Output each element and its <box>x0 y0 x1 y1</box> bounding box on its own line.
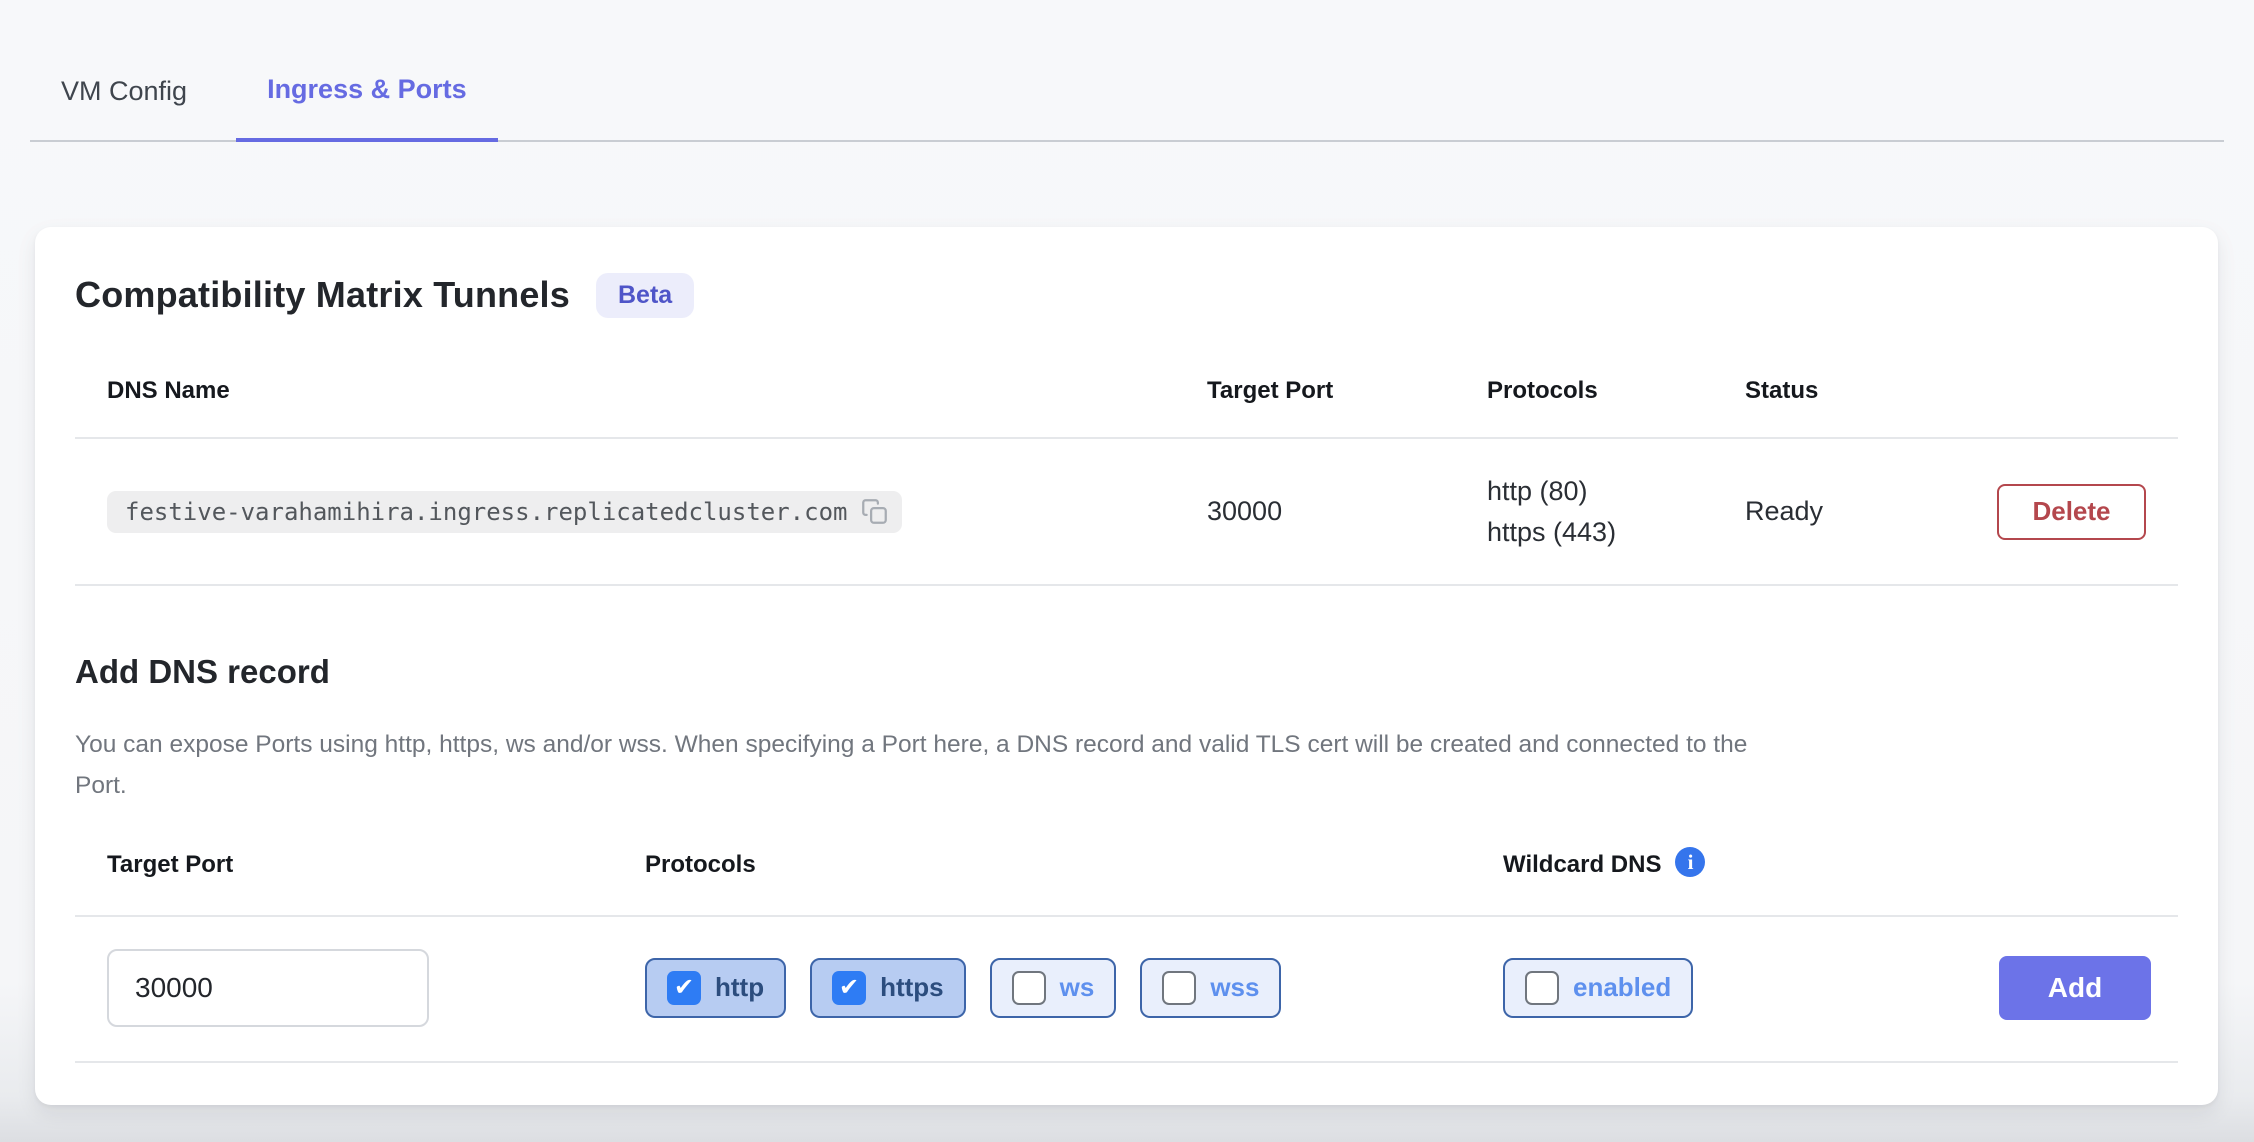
panel-title: Compatibility Matrix Tunnels <box>75 271 570 319</box>
divider <box>75 584 2178 586</box>
status-value: Ready <box>1745 496 1997 527</box>
protocol-ws-checkbox[interactable]: ws <box>990 958 1117 1018</box>
target-port-value: 30000 <box>1207 496 1487 527</box>
form-header-protocols: Protocols <box>645 850 1503 880</box>
checked-checkbox-icon: ✔ <box>667 971 701 1005</box>
protocol-options: ✔ http ✔ https ws wss <box>645 958 1503 1018</box>
checkbox-label: ws <box>1060 972 1095 1003</box>
info-icon[interactable]: i <box>1675 847 1705 877</box>
add-dns-description: You can expose Ports using http, https, … <box>75 724 2178 806</box>
protocol-wss-checkbox[interactable]: wss <box>1140 958 1281 1018</box>
tunnels-card: Compatibility Matrix Tunnels Beta DNS Na… <box>35 227 2218 1105</box>
protocol-https-checkbox[interactable]: ✔ https <box>810 958 966 1018</box>
protocol-value: http (80) <box>1487 471 1745 512</box>
description-line: Port. <box>75 765 2178 806</box>
checkbox-label: enabled <box>1573 972 1671 1003</box>
form-header-wildcard-dns: Wildcard DNS i <box>1503 850 1999 881</box>
tab-vm-config[interactable]: VM Config <box>30 40 218 142</box>
checkbox-label: https <box>880 972 944 1003</box>
wildcard-dns-label: Wildcard DNS <box>1503 851 1661 878</box>
card-header: Compatibility Matrix Tunnels Beta <box>75 271 2178 319</box>
column-header-protocols: Protocols <box>1487 377 1745 405</box>
target-port-input[interactable] <box>107 949 429 1027</box>
add-form-row: ✔ http ✔ https ws wss enabled Add <box>75 917 2178 1027</box>
dns-name-value: festive-varahamihira.ingress.replicatedc… <box>125 498 847 526</box>
tunnels-table-header: DNS Name Target Port Protocols Status <box>75 377 2178 437</box>
tab-ingress-ports[interactable]: Ingress & Ports <box>236 40 498 142</box>
page: VM Config Ingress & Ports Compatibility … <box>0 0 2254 1142</box>
wildcard-dns-option: enabled <box>1503 958 1999 1018</box>
checkbox-label: wss <box>1210 972 1259 1003</box>
column-header-status: Status <box>1745 377 1997 405</box>
beta-badge: Beta <box>596 273 694 318</box>
add-dns-title: Add DNS record <box>75 650 2178 694</box>
description-line: You can expose Ports using http, https, … <box>75 724 2178 765</box>
delete-tunnel-button[interactable]: Delete <box>1997 484 2146 540</box>
tab-bar: VM Config Ingress & Ports <box>30 0 2224 142</box>
add-button[interactable]: Add <box>1999 956 2151 1020</box>
tunnels-table-body: festive-varahamihira.ingress.replicatedc… <box>75 439 2178 586</box>
table-row: festive-varahamihira.ingress.replicatedc… <box>75 439 2178 584</box>
protocol-value: https (443) <box>1487 512 1745 553</box>
dns-name-pill: festive-varahamihira.ingress.replicatedc… <box>107 491 902 533</box>
protocol-http-checkbox[interactable]: ✔ http <box>645 958 786 1018</box>
unchecked-checkbox-icon <box>1012 971 1046 1005</box>
form-header-target-port: Target Port <box>107 850 645 880</box>
checked-checkbox-icon: ✔ <box>832 971 866 1005</box>
unchecked-checkbox-icon <box>1525 971 1559 1005</box>
add-form-header: Target Port Protocols Wildcard DNS i <box>75 850 2178 881</box>
unchecked-checkbox-icon <box>1162 971 1196 1005</box>
column-header-target-port: Target Port <box>1207 377 1487 405</box>
column-header-dns-name: DNS Name <box>107 377 1207 405</box>
divider <box>75 1061 2178 1063</box>
wildcard-enabled-checkbox[interactable]: enabled <box>1503 958 1693 1018</box>
checkbox-label: http <box>715 972 764 1003</box>
copy-icon[interactable] <box>861 498 888 525</box>
